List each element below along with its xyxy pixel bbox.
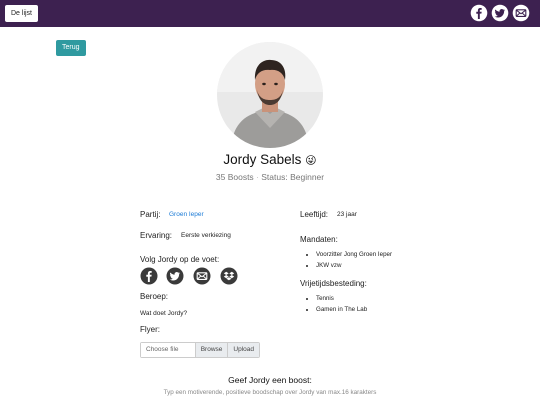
upload-button[interactable]: Upload [227, 343, 259, 357]
mandates-label: Mandaten: [300, 235, 338, 244]
profile-name: Jordy Sabels 😜 [0, 152, 540, 167]
list-item: Gamen in The Lab [316, 305, 367, 316]
hobbies-list: Tennis Gamen in The Lab [300, 294, 367, 315]
profile-avatar [217, 42, 323, 148]
boost-title: Geef Jordy een boost: [228, 375, 312, 385]
list-button[interactable]: De lijst [5, 5, 39, 22]
browse-button[interactable]: Browse [194, 343, 228, 357]
party-label: Partij: [140, 210, 161, 219]
boost-count: 35 Boosts [215, 172, 254, 182]
profession-value: Wat doet Jordy? [140, 310, 188, 317]
dropbox-icon[interactable] [220, 267, 238, 285]
experience-value: Eerste verkiezing [181, 232, 231, 239]
follow-label: Volg Jordy op de voet: [140, 255, 220, 264]
twitter-icon[interactable] [491, 4, 509, 22]
profile-stats: 35 Boosts · Status: Beginner [0, 172, 540, 182]
hobbies-label: Vrijetijdsbesteding: [300, 279, 367, 288]
facebook-icon[interactable] [470, 4, 488, 22]
back-button[interactable]: Terug [56, 40, 86, 56]
status-text: Status: Beginner [261, 172, 325, 182]
mail-icon[interactable] [512, 4, 530, 22]
party-link[interactable]: Groen Ieper [169, 211, 204, 218]
flyer-label: Flyer: [140, 325, 160, 334]
profession-label: Beroep: [140, 292, 169, 301]
flyer-upload: Choose file Browse Upload [140, 342, 260, 358]
file-input[interactable]: Choose file [141, 343, 195, 357]
mail-icon[interactable] [193, 267, 211, 285]
experience-label: Ervaring: [140, 231, 173, 240]
boost-hint: Typ een motiverende, positieve boodschap… [163, 389, 377, 396]
top-navbar: De lijst [0, 0, 540, 27]
age-value: 23 jaar [337, 211, 357, 218]
list-item: Tennis [316, 294, 367, 305]
age-label: Leeftijd: [300, 210, 329, 219]
facebook-icon[interactable] [140, 267, 158, 285]
mandates-list: Voorzitter Jong Groen Ieper JKW vzw [300, 250, 392, 271]
list-item: JKW vzw [316, 261, 392, 272]
profile-name-text: Jordy Sabels [223, 152, 302, 167]
name-emoji: 😜 [305, 155, 317, 167]
twitter-icon[interactable] [166, 267, 184, 285]
list-item: Voorzitter Jong Groen Ieper [316, 250, 392, 261]
